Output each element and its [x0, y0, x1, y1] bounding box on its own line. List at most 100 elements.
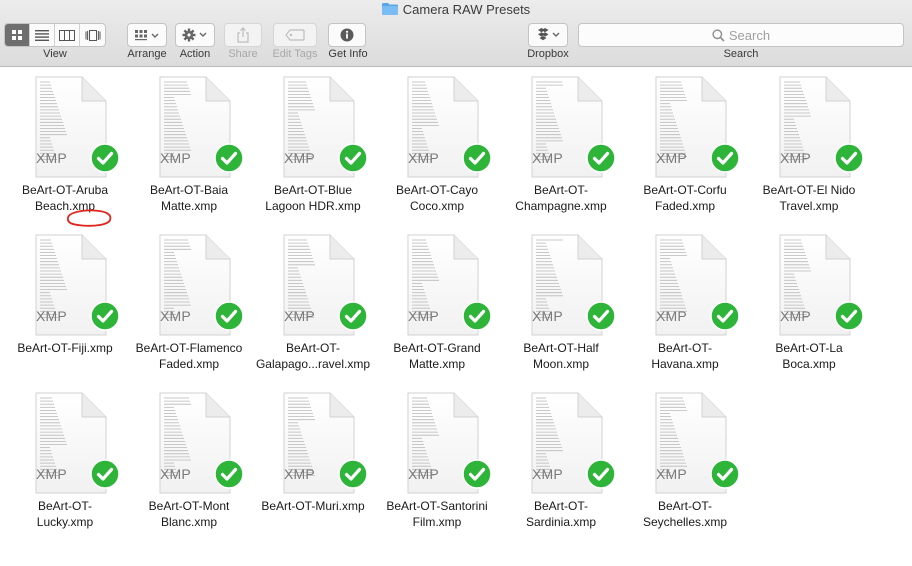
share-icon — [237, 27, 249, 43]
file-type-label: XMP — [532, 466, 563, 482]
tag-icon — [285, 29, 305, 41]
file-name: BeArt-OT-Mont Blanc.xmp — [148, 499, 230, 529]
file-item[interactable]: XMP BeArt-OT-Half Moon.xmp — [499, 226, 623, 384]
dropbox-icon — [538, 28, 560, 41]
file-item[interactable]: XMP BeArt-OT-Corfu Faded.xmp — [623, 68, 747, 226]
finder-window: Camera RAW Presets View Arrange Action S… — [0, 0, 912, 566]
file-item[interactable]: XMP BeArt-OT-Santorini Film.xmp — [375, 384, 499, 542]
arrange-button[interactable] — [127, 23, 167, 47]
sync-complete-check-icon — [90, 143, 120, 173]
file-name: BeArt-OT-Grand Matte.xmp — [393, 341, 481, 371]
file-item[interactable]: XMP BeArt-OT-La Boca.xmp — [747, 226, 871, 384]
file-type-label: XMP — [160, 466, 191, 482]
file-item[interactable]: XMP BeArt-OT-Grand Matte.xmp — [375, 226, 499, 384]
file-type-label: XMP — [780, 150, 811, 166]
action-button[interactable] — [175, 23, 215, 47]
file-name: BeArt-OT- Havana.xmp — [651, 341, 719, 371]
search-placeholder: Search — [728, 27, 771, 43]
info-icon — [340, 28, 354, 42]
window-title-text: Camera RAW Presets — [402, 2, 531, 17]
file-name: BeArt-OT-Santorini Film.xmp — [386, 499, 488, 529]
file-type-label: XMP — [532, 308, 563, 324]
sync-complete-check-icon — [90, 459, 120, 489]
file-type-label: XMP — [408, 466, 439, 482]
file-type-label: XMP — [160, 150, 191, 166]
view-mode-control — [4, 23, 106, 47]
sync-complete-check-icon — [90, 301, 120, 331]
file-item[interactable]: XMP BeArt-OT- Sardinia.xmp — [499, 384, 623, 542]
cover-flow-icon — [85, 29, 100, 41]
gear-icon — [182, 28, 207, 42]
sync-complete-check-icon — [462, 459, 492, 489]
file-name: BeArt-OT-Baia Matte.xmp — [149, 183, 229, 213]
file-item[interactable]: XMP BeArt-OT- Champagne.xmp — [499, 68, 623, 226]
column-view-icon — [59, 29, 75, 41]
sync-complete-check-icon — [586, 143, 616, 173]
file-name: BeArt-OT-Muri.xmp — [261, 499, 365, 513]
file-type-label: XMP — [36, 308, 67, 324]
file-name: BeArt-OT-Fiji.xmp — [17, 341, 113, 355]
dropbox-label: Dropbox — [527, 48, 569, 60]
file-name: BeArt-OT-Flamenco Faded.xmp — [135, 341, 243, 371]
share-label: Share — [228, 48, 258, 60]
sync-complete-check-icon — [214, 143, 244, 173]
icon-view-icon — [12, 30, 22, 40]
file-item[interactable]: XMP BeArt-OT-Aruba Beach.xmp — [3, 68, 127, 227]
file-item[interactable]: XMP BeArt-OT-El Nido Travel.xmp — [747, 68, 871, 226]
file-item[interactable]: XMP BeArt-OT-Mont Blanc.xmp — [127, 384, 251, 542]
sync-complete-check-icon — [710, 459, 740, 489]
list-view-icon — [35, 29, 49, 41]
file-item[interactable]: XMP BeArt-OT-Flamenco Faded.xmp — [127, 226, 251, 384]
file-type-label: XMP — [408, 308, 439, 324]
file-item[interactable]: XMP BeArt-OT-Cayo Coco.xmp — [375, 68, 499, 226]
file-type-label: XMP — [36, 150, 67, 166]
list-view-button[interactable] — [30, 24, 55, 46]
get-info-button[interactable] — [328, 23, 366, 47]
file-item[interactable]: XMP BeArt-OT-Fiji.xmp — [3, 226, 127, 384]
file-type-label: XMP — [284, 308, 315, 324]
view-label: View — [43, 48, 67, 60]
file-item[interactable]: XMP BeArt-OT- Galapago...ravel.xmp — [251, 226, 375, 384]
file-item[interactable]: XMP BeArt-OT-Baia Matte.xmp — [127, 68, 251, 226]
file-name: BeArt-OT- Sardinia.xmp — [525, 499, 597, 529]
icon-view-button[interactable] — [5, 24, 30, 46]
file-type-label: XMP — [284, 466, 315, 482]
column-view-button[interactable] — [55, 24, 80, 46]
file-name: BeArt-OT-Corfu Faded.xmp — [643, 183, 727, 213]
sync-complete-check-icon — [214, 459, 244, 489]
file-item[interactable]: XMP BeArt-OT- Seychelles.xmp — [623, 384, 747, 542]
file-type-label: XMP — [656, 150, 687, 166]
sync-complete-check-icon — [338, 459, 368, 489]
file-item[interactable]: XMP BeArt-OT-Blue Lagoon HDR.xmp — [251, 68, 375, 226]
share-button[interactable] — [224, 23, 262, 47]
file-type-label: XMP — [284, 150, 315, 166]
search-icon — [712, 28, 725, 42]
sync-complete-check-icon — [462, 143, 492, 173]
file-item[interactable]: XMP BeArt-OT- Havana.xmp — [623, 226, 747, 384]
get-info-label: Get Info — [328, 48, 368, 60]
file-icon-grid: XMP BeArt-OT-Aruba Beach.xmp XMP BeArt-O… — [0, 68, 912, 566]
file-name: BeArt-OT-La Boca.xmp — [775, 341, 843, 371]
sync-complete-check-icon — [710, 143, 740, 173]
file-item[interactable]: XMP BeArt-OT-Muri.xmp — [251, 384, 375, 542]
dropbox-button[interactable] — [528, 23, 568, 47]
sync-complete-check-icon — [834, 143, 864, 173]
window-title: Camera RAW Presets — [0, 2, 912, 17]
file-type-label: XMP — [36, 466, 67, 482]
file-name: BeArt-OT-El Nido Travel.xmp — [762, 183, 856, 213]
file-type-label: XMP — [160, 308, 191, 324]
sync-complete-check-icon — [338, 301, 368, 331]
file-type-label: XMP — [656, 308, 687, 324]
search-label: Search — [723, 48, 759, 60]
sync-complete-check-icon — [834, 301, 864, 331]
file-type-label: XMP — [408, 150, 439, 166]
arrange-grid-icon — [135, 30, 159, 41]
cover-flow-view-button[interactable] — [80, 24, 105, 46]
file-type-label: XMP — [780, 308, 811, 324]
file-name: BeArt-OT- Champagne.xmp — [515, 183, 607, 213]
search-field[interactable]: Search — [578, 23, 904, 47]
sync-complete-check-icon — [338, 143, 368, 173]
edit-tags-button[interactable] — [273, 23, 317, 47]
file-item[interactable]: XMP BeArt-OT- Lucky.xmp — [3, 384, 127, 542]
sync-complete-check-icon — [462, 301, 492, 331]
